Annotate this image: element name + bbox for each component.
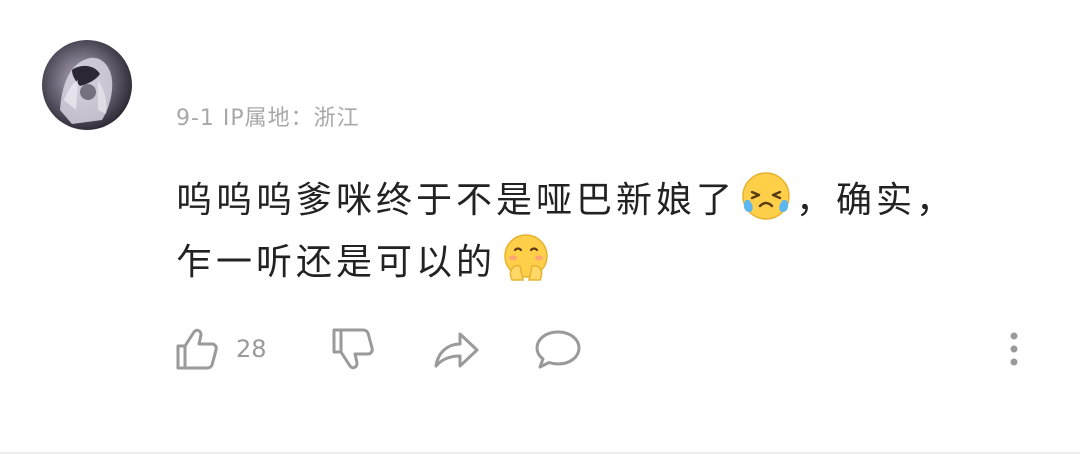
more-button[interactable]	[1004, 326, 1024, 372]
thumbs-down-icon	[332, 328, 374, 370]
like-count: 28	[236, 335, 267, 363]
comment-actions: 28	[0, 320, 1080, 380]
share-arrow-icon	[434, 332, 479, 368]
thumbs-up-icon	[176, 328, 218, 370]
blushing-hands-emoji	[504, 234, 548, 281]
comment-text-part1: 呜呜呜爹咪终于不是哑巴新娘了	[176, 180, 737, 221]
dislike-button[interactable]	[330, 326, 376, 372]
avatar-image	[60, 57, 113, 124]
comment-meta: 9-1 IP属地：浙江	[176, 106, 360, 131]
like-button[interactable]: 28	[174, 326, 267, 372]
comment-body: 呜呜呜爹咪终于不是哑巴新娘了 ，确实，乍一听还是可以的	[176, 170, 996, 294]
crying-laughing-emoji	[742, 172, 790, 220]
reply-button[interactable]	[534, 326, 582, 372]
comment-bubble-icon	[535, 330, 581, 369]
share-button[interactable]	[432, 326, 480, 372]
avatar[interactable]	[42, 40, 132, 130]
more-dots-icon	[1010, 332, 1018, 366]
